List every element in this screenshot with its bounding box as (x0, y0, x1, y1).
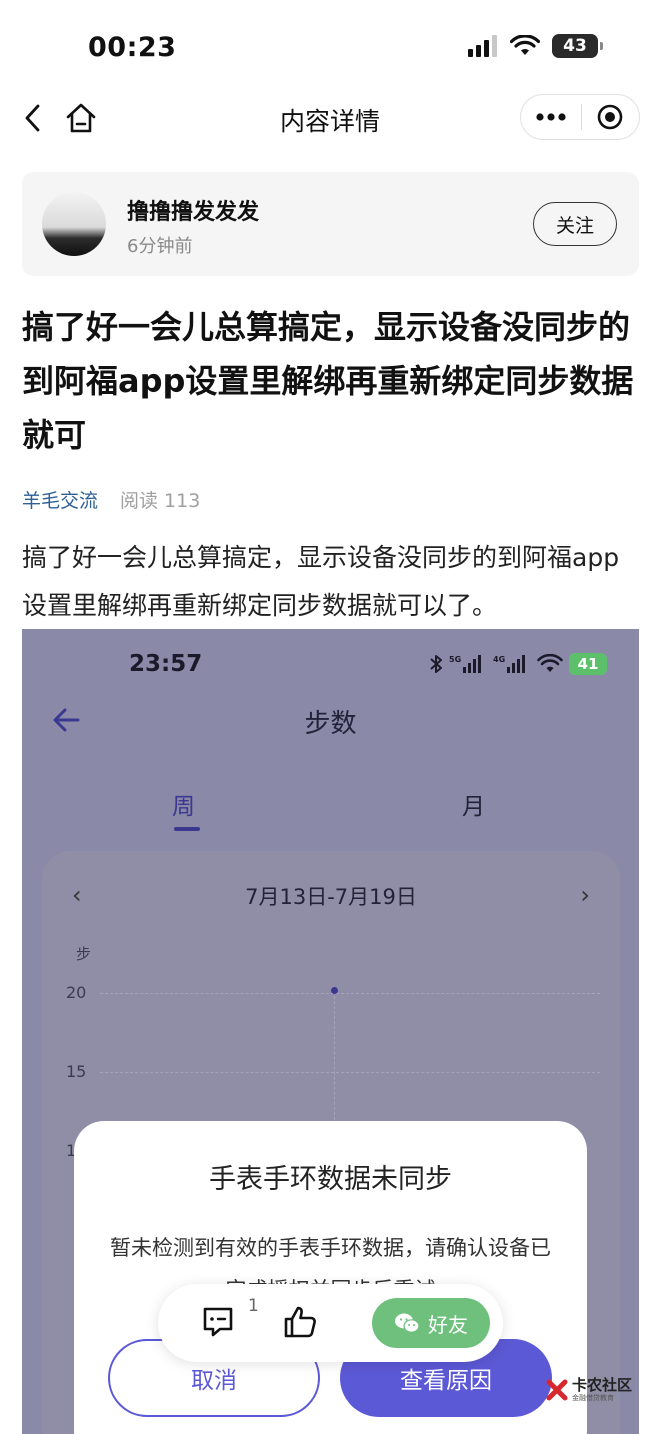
watermark-sub: 金融借贷教育 (572, 1394, 614, 1402)
status-bar: 00:23 43 (0, 0, 660, 96)
comment-icon (203, 1307, 233, 1337)
image-tab-month: 月 (462, 794, 485, 820)
battery-indicator: 43 (552, 34, 603, 58)
wifi-icon (510, 35, 540, 55)
post-meta: 羊毛交流 阅读 113 (22, 486, 200, 513)
image-page-title: 步数 (304, 709, 357, 739)
more-button[interactable] (521, 95, 581, 139)
home-button[interactable] (64, 100, 98, 136)
image-y-tick: 20 (66, 983, 87, 1002)
image-tab-underline (174, 827, 200, 831)
wechat-icon (395, 1313, 420, 1333)
status-time: 00:23 (88, 32, 177, 63)
bluetooth-icon (430, 655, 442, 673)
image-gridline (100, 1072, 600, 1073)
avatar[interactable] (42, 192, 106, 256)
kanong-logo-icon (546, 1379, 568, 1401)
image-battery-level: 41 (577, 655, 599, 673)
read-count: 阅读 113 (120, 490, 201, 512)
svg-text:4G: 4G (493, 655, 505, 664)
share-to-friend-button[interactable]: 好友 (372, 1298, 490, 1348)
status-icons: 43 (468, 34, 603, 58)
image-battery: 41 (569, 653, 607, 675)
image-tab-week: 周 (172, 794, 195, 820)
target-icon (597, 104, 623, 130)
more-dots-icon (536, 113, 566, 121)
comment-button[interactable] (200, 1304, 236, 1340)
author-card: 撸撸撸发发发 6分钟前 关注 (22, 172, 639, 276)
floating-action-bar: 1 好友 (158, 1284, 503, 1362)
comment-count: 1 (248, 1296, 259, 1316)
image-date-range: 7月13日-7月19日 (245, 885, 417, 909)
image-y-unit: 步 (76, 945, 92, 963)
battery-level: 43 (563, 36, 587, 56)
image-next-chevron-icon: › (580, 881, 590, 909)
svg-text:5G: 5G (449, 655, 461, 664)
watermark-text: 卡农社区 金融借贷教育 (572, 1378, 632, 1402)
share-label: 好友 (428, 1312, 468, 1337)
author-name[interactable]: 撸撸撸发发发 (127, 194, 259, 226)
signal-5g-icon: 5G (449, 655, 481, 673)
image-gridline (100, 993, 600, 994)
image-dialog: 手表手环数据未同步 暂未检测到有效的手表手环数据，请确认设备已完成授权并同步后重… (74, 1121, 587, 1434)
thumbs-up-icon (284, 1306, 316, 1338)
image-prev-chevron-icon: ‹ (72, 881, 82, 909)
close-miniprogram-button[interactable] (581, 95, 639, 139)
signal-4g-icon: 4G (493, 655, 525, 673)
image-dialog-title: 手表手环数据未同步 (209, 1164, 452, 1195)
home-icon (66, 103, 96, 133)
post-body: 搞了好一会儿总算搞定，显示设备没同步的到阿福app设置里解绑再重新绑定同步数据就… (22, 543, 620, 620)
image-status-icons: 5G 4G 41 (429, 653, 607, 675)
back-button[interactable] (18, 100, 52, 136)
chevron-left-icon (25, 104, 40, 132)
image-wifi-icon (537, 654, 563, 672)
image-data-point (331, 987, 338, 994)
signal-icon (468, 35, 497, 57)
post-time: 6分钟前 (127, 236, 193, 257)
mini-program-capsule (520, 94, 640, 140)
watermark: 卡农社区 金融借贷教育 (546, 1378, 632, 1402)
like-button[interactable] (282, 1304, 318, 1340)
post-category-link[interactable]: 羊毛交流 (22, 486, 98, 513)
nav-bar: 内容详情 (0, 94, 660, 142)
post-title: 搞了好一会儿总算搞定，显示设备没同步的到阿福app设置里解绑再重新绑定同步数据就… (22, 308, 634, 454)
image-status-time: 23:57 (129, 651, 203, 677)
watermark-main: 卡农社区 (572, 1376, 633, 1394)
follow-button[interactable]: 关注 (533, 202, 617, 246)
image-y-tick: 15 (66, 1062, 87, 1081)
